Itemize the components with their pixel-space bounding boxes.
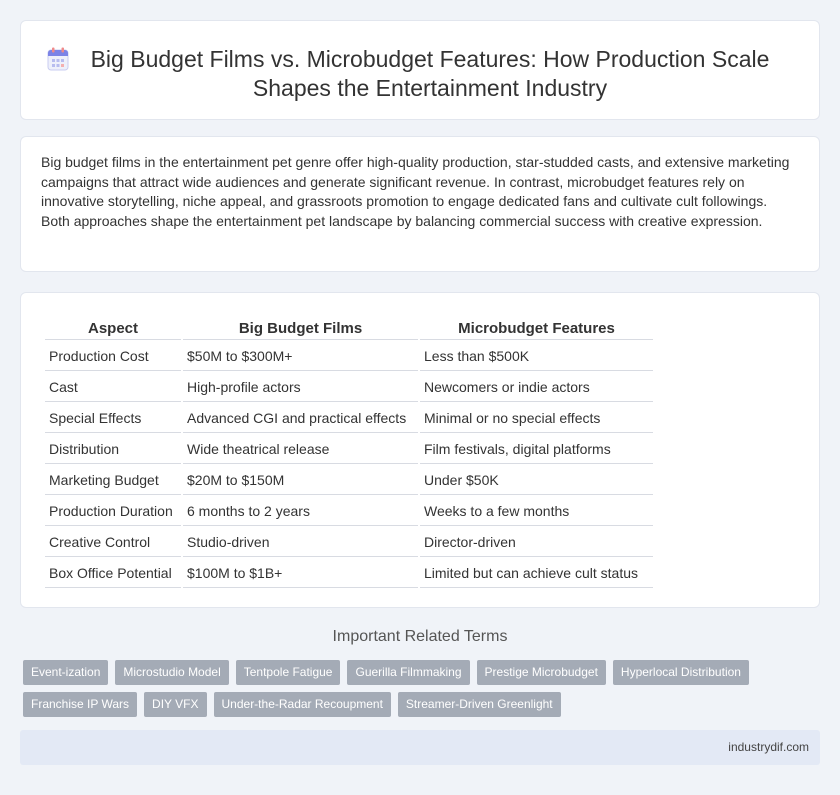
table-cell: $20M to $150M xyxy=(183,466,418,495)
comparison-table: Aspect Big Budget Films Microbudget Feat… xyxy=(43,315,655,590)
table-cell: Under $50K xyxy=(420,466,653,495)
header-card: Big Budget Films vs. Microbudget Feature… xyxy=(20,20,820,120)
table-cell: Minimal or no special effects xyxy=(420,404,653,433)
table-cell: Director-driven xyxy=(420,528,653,557)
table-row: Box Office Potential $100M to $1B+ Limit… xyxy=(45,559,653,588)
column-header-microbudget: Microbudget Features xyxy=(420,317,653,340)
table-cell: Special Effects xyxy=(45,404,181,433)
tag-tentpole-fatigue[interactable]: Tentpole Fatigue xyxy=(235,660,341,685)
tag-diy-vfx[interactable]: DIY VFX xyxy=(144,692,207,717)
table-cell: Limited but can achieve cult status xyxy=(420,559,653,588)
table-row: Production Duration 6 months to 2 years … xyxy=(45,497,653,526)
table-cell: $100M to $1B+ xyxy=(183,559,418,588)
table-cell: Box Office Potential xyxy=(45,559,181,588)
tag-event-ization[interactable]: Event-ization xyxy=(23,660,109,685)
table-row: Creative Control Studio-driven Director-… xyxy=(45,528,653,557)
table-cell: Weeks to a few months xyxy=(420,497,653,526)
table-cell: High-profile actors xyxy=(183,373,418,402)
table-cell: Wide theatrical release xyxy=(183,435,418,464)
page-title-line-2: Shapes the Entertainment Industry xyxy=(252,75,608,101)
table-cell: Advanced CGI and practical effects xyxy=(183,404,418,433)
column-header-big-budget: Big Budget Films xyxy=(183,317,418,340)
related-terms-tags: Event-ization Microstudio Model Tentpole… xyxy=(23,660,803,717)
page-title: Big Budget Films vs. Microbudget Feature… xyxy=(61,45,799,103)
table-row: Special Effects Advanced CGI and practic… xyxy=(45,404,653,433)
table-cell: Newcomers or indie actors xyxy=(420,373,653,402)
related-terms-heading: Important Related Terms xyxy=(332,628,508,645)
table-cell: Less than $500K xyxy=(420,342,653,371)
tag-under-the-radar-recoupment[interactable]: Under-the-Radar Recoupment xyxy=(213,692,391,717)
footer-site-link[interactable]: industrydif.com xyxy=(728,740,809,754)
tag-guerilla-filmmaking[interactable]: Guerilla Filmmaking xyxy=(347,660,470,685)
table-cell: Cast xyxy=(45,373,181,402)
table-row: Cast High-profile actors Newcomers or in… xyxy=(45,373,653,402)
page-title-line-1: Big Budget Films vs. Microbudget Feature… xyxy=(90,46,770,72)
tag-hyperlocal-distribution[interactable]: Hyperlocal Distribution xyxy=(612,660,749,685)
table-cell: Marketing Budget xyxy=(45,466,181,495)
tag-franchise-ip-wars[interactable]: Franchise IP Wars xyxy=(23,692,138,717)
table-cell: 6 months to 2 years xyxy=(183,497,418,526)
table-header-row: Aspect Big Budget Films Microbudget Feat… xyxy=(45,317,653,340)
table-row: Marketing Budget $20M to $150M Under $50… xyxy=(45,466,653,495)
intro-paragraph: Big budget films in the entertainment pe… xyxy=(41,154,790,229)
footer: industrydif.com xyxy=(20,730,820,765)
table-row: Distribution Wide theatrical release Fil… xyxy=(45,435,653,464)
table-cell: $50M to $300M+ xyxy=(183,342,418,371)
tag-prestige-microbudget[interactable]: Prestige Microbudget xyxy=(476,660,606,685)
table-row: Production Cost $50M to $300M+ Less than… xyxy=(45,342,653,371)
tag-microstudio-model[interactable]: Microstudio Model xyxy=(115,660,229,685)
table-cell: Film festivals, digital platforms xyxy=(420,435,653,464)
column-header-aspect: Aspect xyxy=(45,317,181,340)
table-cell: Studio-driven xyxy=(183,528,418,557)
table-cell: Creative Control xyxy=(45,528,181,557)
table-cell: Production Duration xyxy=(45,497,181,526)
tag-streamer-driven-greenlight[interactable]: Streamer-Driven Greenlight xyxy=(397,692,561,717)
table-cell: Production Cost xyxy=(45,342,181,371)
intro-card: Big budget films in the entertainment pe… xyxy=(20,136,820,272)
comparison-table-card: Aspect Big Budget Films Microbudget Feat… xyxy=(20,292,820,608)
table-cell: Distribution xyxy=(45,435,181,464)
